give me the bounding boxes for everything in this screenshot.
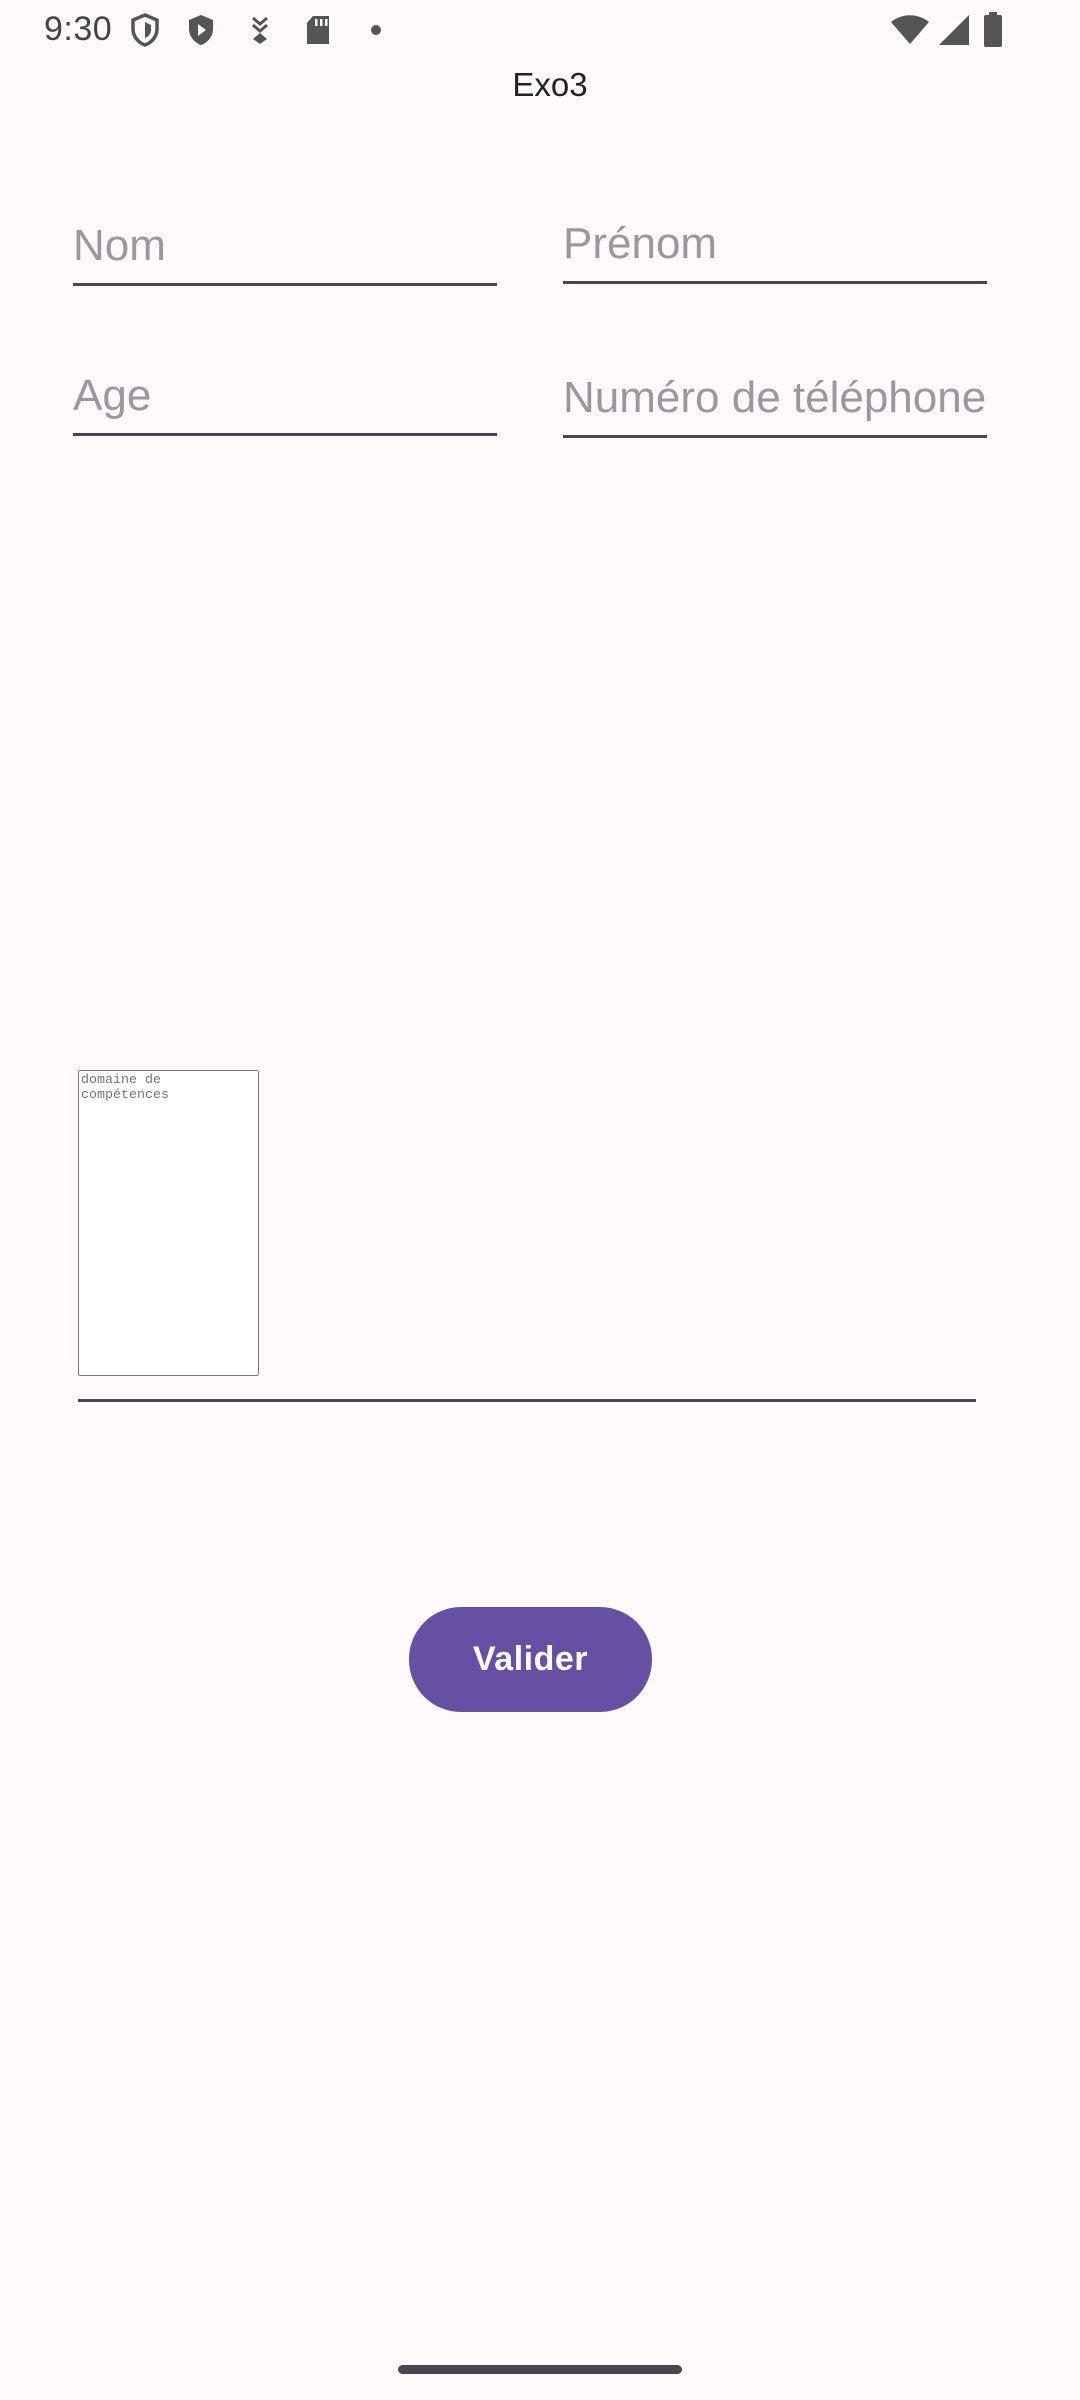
nom-field[interactable] (73, 216, 497, 286)
download-icon (242, 12, 278, 48)
domaine-input[interactable] (78, 1070, 259, 1376)
status-time: 9:30 (44, 10, 113, 48)
cell-signal-icon (934, 12, 974, 48)
valider-button[interactable]: Valider (409, 1607, 652, 1712)
shield-icon (127, 12, 163, 48)
telephone-input[interactable] (563, 368, 987, 428)
nom-input[interactable] (73, 216, 497, 276)
age-input[interactable] (73, 366, 497, 426)
prenom-input[interactable] (563, 214, 987, 274)
wifi-icon (888, 12, 932, 48)
sd-card-icon (300, 12, 336, 48)
play-protect-icon (183, 12, 219, 48)
dot-icon (358, 12, 394, 48)
status-bar: 9:30 (0, 0, 1080, 64)
gesture-navigation-bar[interactable] (398, 2365, 682, 2374)
app-title: Exo3 (512, 66, 588, 103)
telephone-field[interactable] (563, 368, 987, 438)
age-field[interactable] (73, 366, 497, 436)
battery-icon (978, 12, 1008, 48)
prenom-field[interactable] (563, 214, 987, 284)
domaine-field[interactable] (78, 1070, 976, 1402)
